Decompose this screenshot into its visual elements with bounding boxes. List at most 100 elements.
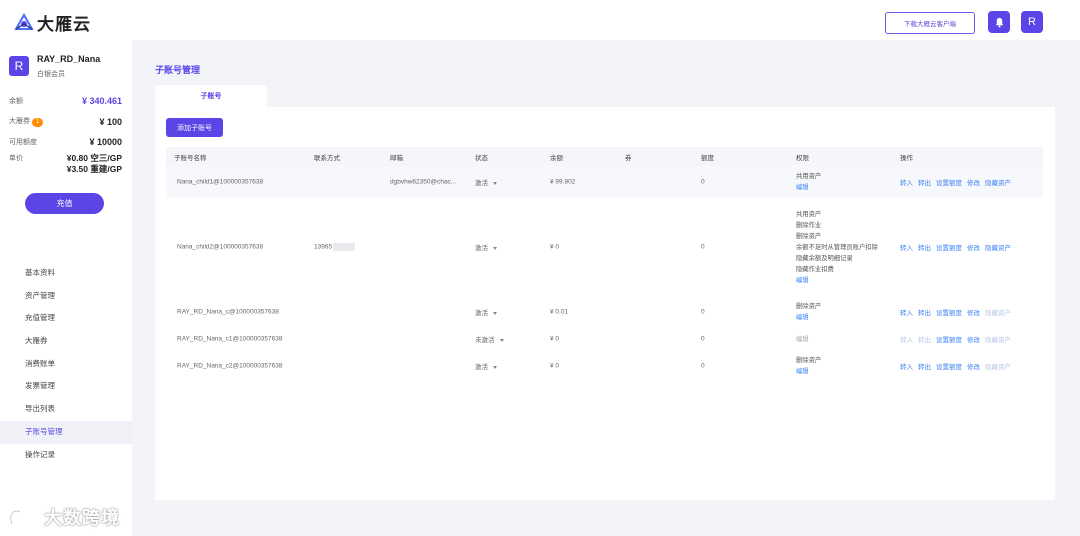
watermark-logo-icon [9, 508, 38, 525]
cell-quota: 0 [701, 362, 705, 370]
edit-permissions-link[interactable]: 编辑 [796, 312, 821, 323]
transfer-out-link[interactable]: 转出 [918, 361, 931, 371]
cell-quota: 0 [701, 243, 705, 251]
cell-balance: ¥ 0 [550, 335, 560, 343]
cell-name: RAY_RD_Nana_c@100000357638 [177, 308, 279, 316]
cell-balance: ¥ 0 [550, 362, 560, 370]
transfer-out-link[interactable]: 转出 [918, 334, 931, 344]
watermark-text: 大数跨境 [44, 508, 120, 528]
col-actions: 操作 [900, 155, 913, 162]
row-actions: 转入 转出 设置额度 修改 隐藏资产 [900, 242, 1011, 252]
table-row: Nana_child2@100000357638 13965 激活 ¥ 0 0 共用资产删… [166, 198, 1043, 296]
hide-assets-link[interactable]: 隐藏资产 [985, 361, 1011, 371]
permissions-cell: 编辑 [796, 334, 809, 345]
sidebar-item-1[interactable]: 资产管理 [0, 285, 132, 308]
set-quota-link[interactable]: 设置额度 [936, 334, 962, 344]
credit-label: 可用额度 [9, 139, 37, 146]
transfer-in-link[interactable]: 转入 [900, 334, 913, 344]
col-status: 状态 [475, 155, 488, 162]
credit-value: ¥ 10000 [89, 137, 122, 147]
set-quota-link[interactable]: 设置额度 [936, 361, 962, 371]
recharge-button[interactable]: 充值 [25, 193, 104, 214]
hide-assets-link[interactable]: 隐藏资产 [985, 242, 1011, 252]
table-row: Nana_child1@100000357638 dgbvhw62350@chac… [166, 166, 1043, 198]
modify-link[interactable]: 修改 [967, 177, 980, 187]
brand-logo[interactable]: 大雁云 [14, 10, 91, 35]
hide-assets-link[interactable]: 隐藏资产 [985, 334, 1011, 344]
transfer-in-link[interactable]: 转入 [900, 242, 913, 252]
sidebar-nav: 基本资料 资产管理 充值管理 大雁券 消费账单 发票管理 导出列表 子账号管理 操作记录 [0, 262, 132, 466]
status-select[interactable]: 激活 [475, 307, 497, 317]
sidebar-item-6[interactable]: 导出列表 [0, 398, 132, 421]
cell-name: RAY_RD_Nana_c1@100000357638 [177, 335, 283, 343]
edit-permissions-link[interactable]: 编辑 [796, 334, 809, 345]
status-select[interactable]: 激活 [475, 242, 497, 252]
cell-contact: 13965 [314, 243, 356, 251]
notification-button[interactable] [988, 11, 1010, 33]
modify-link[interactable]: 修改 [967, 361, 980, 371]
col-quota: 额度 [701, 155, 714, 162]
transfer-out-link[interactable]: 转出 [918, 177, 931, 187]
permission-item: 共用资产 [796, 173, 822, 180]
cell-balance: ¥ 99.802 [550, 178, 576, 186]
price-values: ¥0.80 空三/GP ¥3.50 重建/GP [67, 153, 122, 175]
account-avatar-button[interactable]: R [1021, 11, 1043, 33]
transfer-out-link[interactable]: 转出 [918, 307, 931, 317]
table-row: RAY_RD_Nana_c1@100000357638 未激活 ¥ 0 0 编辑 转入 转出… [166, 328, 1043, 350]
permission-item: 余额不足时从管理员账户扣除 [796, 243, 878, 251]
contact-text: 13965 [314, 243, 333, 251]
edit-permissions-link[interactable]: 编辑 [796, 275, 878, 286]
balance-value: ¥ 340.461 [81, 96, 122, 106]
sidebar-item-2[interactable]: 充值管理 [0, 307, 132, 330]
set-quota-link[interactable]: 设置额度 [936, 242, 962, 252]
sidebar-item-8[interactable]: 操作记录 [0, 444, 132, 467]
col-contact: 联系方式 [314, 155, 340, 162]
col-coupon: 券 [625, 155, 632, 162]
status-select[interactable]: 激活 [475, 177, 497, 187]
caret-down-icon [493, 311, 497, 315]
sidebar-item-0[interactable]: 基本资料 [0, 262, 132, 285]
set-quota-link[interactable]: 设置额度 [936, 177, 962, 187]
row-actions: 转入 转出 设置额度 修改 隐藏资产 [900, 307, 1011, 317]
status-select[interactable]: 激活 [475, 361, 497, 371]
status-select[interactable]: 未激活 [475, 334, 504, 344]
balance-row: 余额 ¥ 340.461 [9, 96, 122, 106]
sidebar-item-3[interactable]: 大雁券 [0, 330, 132, 353]
transfer-in-link[interactable]: 转入 [900, 307, 913, 317]
price-reconstruct: ¥3.50 重建/GP [66, 164, 122, 174]
status-value: 激活 [475, 180, 488, 187]
edit-permissions-link[interactable]: 编辑 [796, 366, 821, 377]
hide-assets-link[interactable]: 隐藏资产 [985, 307, 1011, 317]
table-header: 子账号名称 联系方式 邮箱 状态 余额 券 额度 权限 操作 [166, 147, 1043, 166]
caret-down-icon [499, 338, 504, 342]
download-client-button[interactable]: 下载大雁云客户端 [885, 12, 975, 34]
permission-item: 隐藏作业扣费 [796, 265, 834, 273]
tab-sub-accounts[interactable]: 子账号 [155, 85, 267, 107]
set-quota-link[interactable]: 设置额度 [936, 307, 962, 317]
transfer-out-link[interactable]: 转出 [918, 242, 931, 252]
add-sub-account-button[interactable]: 添加子账号 [166, 118, 223, 137]
modify-link[interactable]: 修改 [967, 334, 980, 344]
sidebar-item-7[interactable]: 子账号管理 [0, 420, 132, 444]
caret-down-icon [493, 181, 497, 185]
edit-permissions-link[interactable]: 编辑 [796, 182, 821, 193]
col-balance: 余额 [550, 155, 563, 162]
sidebar-item-5[interactable]: 发票管理 [0, 375, 132, 398]
sidebar-item-4[interactable]: 消费账单 [0, 353, 132, 376]
brand-name: 大雁云 [37, 15, 91, 34]
permissions-cell: 删除资产 编辑 [796, 355, 821, 377]
coupon-value: ¥ 100 [99, 116, 122, 127]
hide-assets-link[interactable]: 隐藏资产 [985, 177, 1011, 187]
modify-link[interactable]: 修改 [967, 307, 980, 317]
modify-link[interactable]: 修改 [967, 242, 980, 252]
user-avatar: R [9, 56, 29, 76]
permissions-cell: 共用资产 编辑 [796, 171, 821, 193]
cell-quota: 0 [701, 178, 705, 186]
transfer-in-link[interactable]: 转入 [900, 361, 913, 371]
coupon-row: 大雁券 1 ¥ 100 [9, 116, 122, 127]
col-name: 子账号名称 [174, 155, 207, 162]
transfer-in-link[interactable]: 转入 [900, 177, 913, 187]
coupon-count-badge: 1 [32, 118, 44, 127]
status-value: 未激活 [475, 337, 495, 344]
permission-item: 删除资产 [796, 357, 822, 364]
